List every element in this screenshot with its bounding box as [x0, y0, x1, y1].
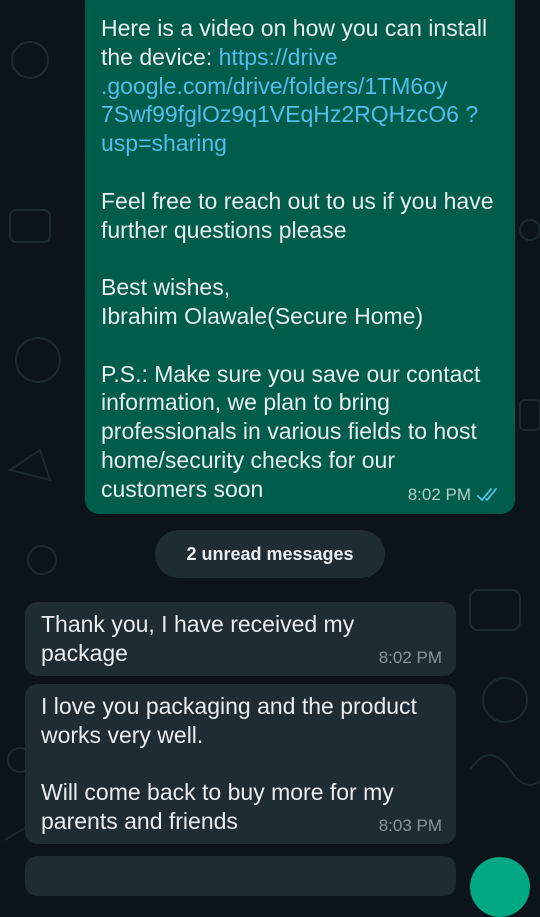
unread-messages-banner: 2 unread messages [155, 530, 385, 578]
incoming-message-bubble-partial[interactable] [25, 856, 456, 896]
message-paragraph: Feel free to reach out to us if you have… [101, 187, 494, 243]
signoff-line: Best wishes, [101, 274, 231, 301]
message-text: I love you packaging and the product wor… [41, 693, 417, 748]
message-time: 8:02 PM [407, 485, 471, 504]
incoming-message-bubble[interactable]: I love you packaging and the product wor… [25, 684, 456, 844]
postscript: P.S.: Make sure you save our contact inf… [101, 360, 481, 502]
incoming-message-bubble[interactable]: Thank you, I have received my package 8:… [25, 602, 456, 676]
message-time: 8:03 PM [378, 816, 442, 835]
scroll-to-bottom-button[interactable] [470, 857, 530, 917]
message-paragraph: Here is a video on how you can install t… [101, 14, 499, 158]
message-time: 8:02 PM [378, 648, 442, 667]
signoff-name: Ibrahim Olawale(Secure Home) [101, 302, 424, 329]
message-meta: 8:02 PM [408, 485, 501, 505]
signoff: Best wishes, Ibrahim Olawale(Secure Home… [101, 273, 499, 331]
double-check-read-icon [477, 488, 497, 501]
outgoing-message-bubble[interactable]: Here is a video on how you can install t… [85, 0, 515, 514]
